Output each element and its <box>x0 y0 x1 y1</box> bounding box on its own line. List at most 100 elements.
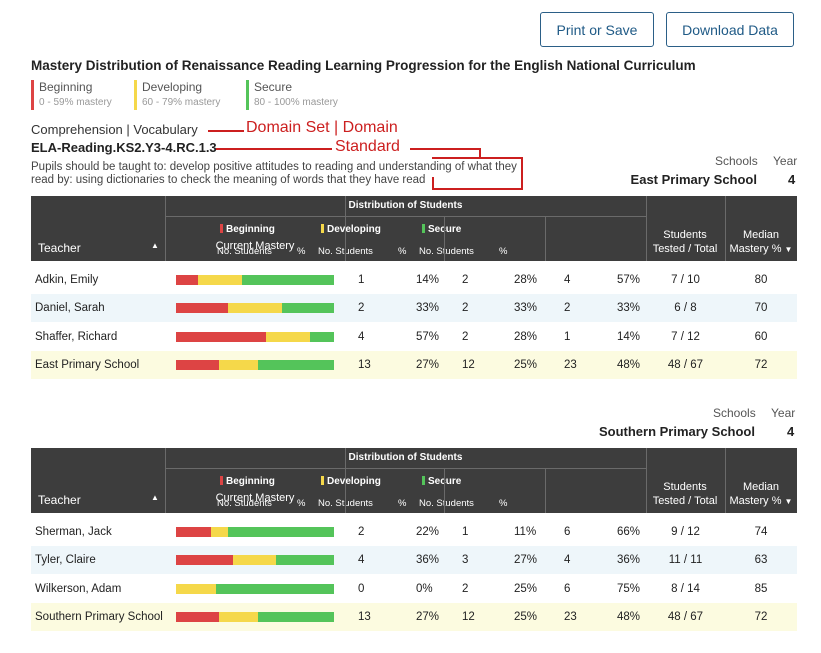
sort-asc-icon[interactable]: ▲ <box>151 241 159 250</box>
mastery-distribution-bar <box>176 555 334 565</box>
bar-segment-developing <box>228 303 282 313</box>
school-year: 4 <box>787 424 795 439</box>
legend-range: 60 - 79% mastery <box>142 97 221 108</box>
header-line: Median <box>742 229 780 241</box>
subcol-no-students: No. Students <box>217 498 272 509</box>
students-tested: 7 / 10 <box>671 274 700 286</box>
sort-asc-icon[interactable]: ▲ <box>151 493 159 502</box>
developing-count: 12 <box>462 611 475 623</box>
secure-count: 4 <box>564 554 571 566</box>
students-tested: 48 / 67 <box>667 359 704 371</box>
sort-desc-icon[interactable]: ▼ <box>785 497 793 506</box>
annotation-box <box>432 188 523 190</box>
teacher-name: Tyler, Claire <box>35 554 96 566</box>
median-mastery: 72 <box>754 611 768 623</box>
teacher-name: Shaffer, Richard <box>35 331 118 343</box>
col-teacher[interactable]: Teacher <box>38 241 81 255</box>
color-swatch <box>321 224 324 233</box>
bar-segment-beginning <box>176 555 233 565</box>
group-label: Beginning <box>226 224 275 235</box>
bar-segment-secure <box>228 527 334 537</box>
beginning-count: 2 <box>358 526 365 538</box>
bar-segment-beginning <box>176 275 199 285</box>
color-swatch <box>220 224 223 233</box>
column-divider <box>545 468 546 513</box>
beginning-percent: 14% <box>416 274 440 286</box>
breadcrumb: Comprehension | Vocabulary <box>31 122 198 137</box>
col-developing: Developing <box>321 476 381 487</box>
header-divider <box>165 468 646 469</box>
subcol-percent: % <box>398 498 407 509</box>
header-text: Mastery % <box>729 495 782 507</box>
students-tested: 48 / 67 <box>667 611 704 623</box>
annotation-line <box>410 148 480 150</box>
bar-segment-beginning <box>176 332 267 342</box>
table-row[interactable]: Wilkerson, Adam 0 0% 2 25% 6 75% 8 / 14 85 <box>31 575 797 603</box>
mastery-table-southern: Teacher Distribution of Students Current M… <box>31 448 797 634</box>
table-row[interactable]: Adkin, Emily 1 14% 2 28% 4 57% 7 / 10 80 <box>31 266 797 294</box>
bar-segment-secure <box>258 360 334 370</box>
secure-percent: 36% <box>617 554 641 566</box>
table-row[interactable]: Tyler, Claire 4 36% 3 27% 4 36% 11 / 11 63 <box>31 546 797 574</box>
secure-percent: 66% <box>617 526 641 538</box>
beginning-percent: 27% <box>416 611 440 623</box>
teacher-name: Sherman, Jack <box>35 526 112 538</box>
table-row[interactable]: Sherman, Jack 2 22% 1 11% 6 66% 9 / 12 74 <box>31 518 797 546</box>
secure-count: 23 <box>564 359 577 371</box>
download-data-button[interactable]: Download Data <box>666 12 794 47</box>
annotation-line <box>208 130 244 132</box>
secure-percent: 14% <box>617 331 641 343</box>
table-header: Teacher Distribution of Students Current M… <box>31 448 797 513</box>
header-line: Median <box>742 481 780 493</box>
column-divider <box>165 196 166 261</box>
developing-percent: 11% <box>514 526 537 538</box>
col-beginning: Beginning <box>220 224 275 235</box>
developing-percent: 25% <box>514 359 538 371</box>
table-total-row[interactable]: East Primary School 13 27% 12 25% 23 48% 48 / 6… <box>31 351 797 379</box>
teacher-name: Wilkerson, Adam <box>35 583 122 595</box>
secure-percent: 57% <box>617 274 641 286</box>
beginning-percent: 27% <box>416 359 440 371</box>
col-developing: Developing <box>321 224 381 235</box>
subcol-percent: % <box>297 498 306 509</box>
standard-code: ELA-Reading.KS2.Y3-4.RC.1.3 <box>31 140 217 155</box>
beginning-percent: 22% <box>416 526 440 538</box>
year-label: Year <box>773 154 798 168</box>
col-median-mastery[interactable]: Median Mastery % ▼ <box>725 480 797 509</box>
developing-percent: 33% <box>514 302 538 314</box>
secure-percent: 48% <box>617 611 641 623</box>
subcol-percent: % <box>398 246 407 257</box>
table-row[interactable]: Daniel, Sarah 2 33% 2 33% 2 33% 6 / 8 70 <box>31 294 797 322</box>
annotation-standard: Standard <box>335 138 400 155</box>
beginning-count: 2 <box>358 302 365 314</box>
annotation-box <box>432 177 434 190</box>
column-divider <box>646 448 647 513</box>
median-mastery: 80 <box>754 274 768 286</box>
beginning-count: 13 <box>358 359 371 371</box>
median-mastery: 74 <box>754 526 768 538</box>
bar-segment-secure <box>281 303 334 313</box>
developing-count: 1 <box>462 526 469 538</box>
header-line: Mastery % ▼ <box>725 242 797 257</box>
students-tested: 6 / 8 <box>674 302 697 314</box>
header-line: Tested / Total <box>652 495 718 507</box>
beginning-count: 13 <box>358 611 371 623</box>
col-secure: Secure <box>422 224 461 235</box>
col-median-mastery[interactable]: Median Mastery % ▼ <box>725 228 797 257</box>
subcol-percent: % <box>499 246 508 257</box>
mastery-distribution-bar <box>176 332 334 342</box>
school-name: East Primary School <box>630 172 757 187</box>
col-teacher[interactable]: Teacher <box>38 493 81 507</box>
students-tested: 9 / 12 <box>671 526 700 538</box>
column-divider <box>725 448 726 513</box>
sort-desc-icon[interactable]: ▼ <box>785 245 793 254</box>
mastery-distribution-bar <box>176 612 334 622</box>
table-total-row[interactable]: Southern Primary School 13 27% 12 25% 23 48% 48… <box>31 603 797 631</box>
table-row[interactable]: Shaffer, Richard 4 57% 2 28% 1 14% 7 / 12 60 <box>31 323 797 351</box>
bar-segment-beginning <box>176 612 219 622</box>
developing-count: 2 <box>462 583 469 595</box>
header-line: Tested / Total <box>652 243 718 255</box>
legend-developing: Developing 60 - 79% mastery <box>134 80 220 110</box>
print-or-save-button[interactable]: Print or Save <box>540 12 654 47</box>
students-tested: 11 / 11 <box>668 554 703 566</box>
